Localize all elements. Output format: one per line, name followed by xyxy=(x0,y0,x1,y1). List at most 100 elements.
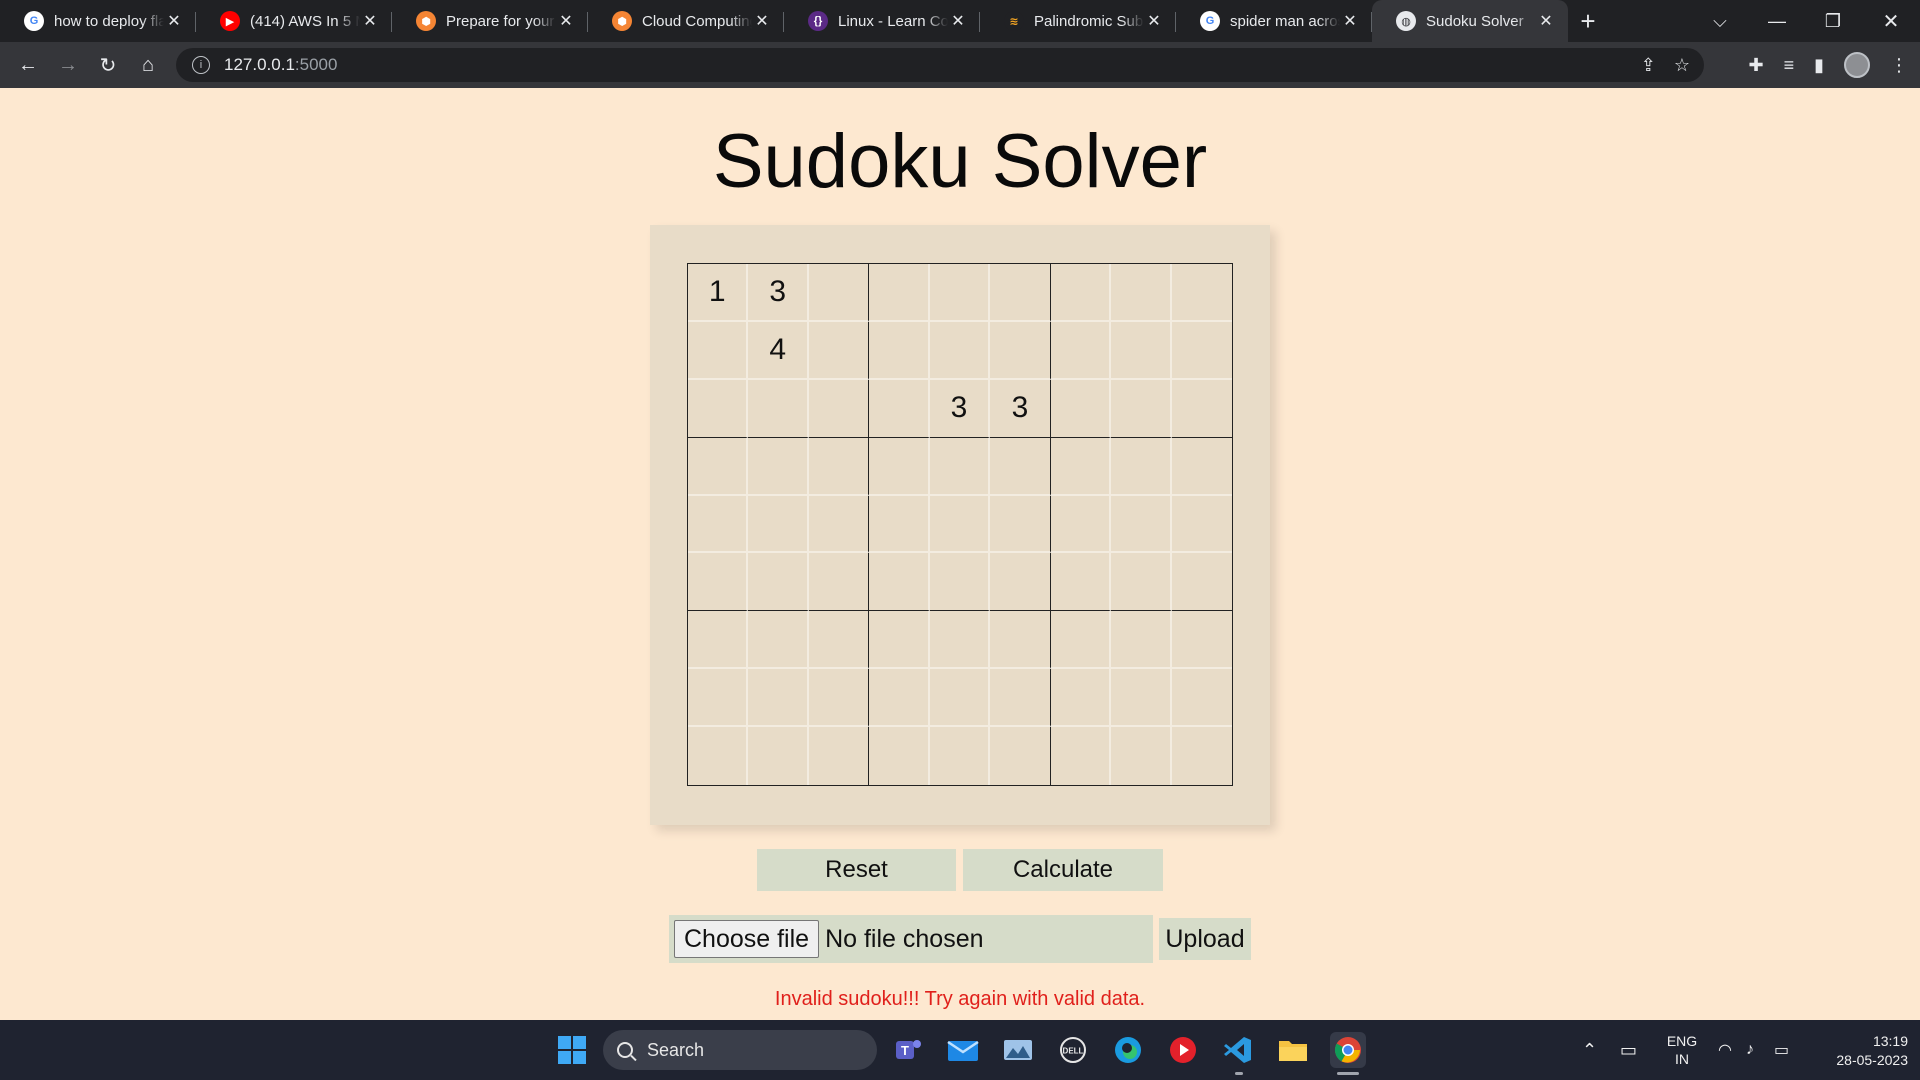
forward-icon[interactable]: → xyxy=(48,45,88,85)
sudoku-cell-r0c7[interactable] xyxy=(1111,264,1172,322)
sudoku-cell-r6c1[interactable] xyxy=(748,611,809,670)
tablet-mode-icon[interactable]: ▭ xyxy=(1620,1020,1637,1080)
sudoku-cell-r0c2[interactable] xyxy=(808,264,870,322)
sudoku-cell-r3c2[interactable] xyxy=(808,437,870,496)
sudoku-cell-r5c2[interactable] xyxy=(808,553,870,612)
url-field[interactable]: i 127.0.0.1:5000 ⇪ ☆ xyxy=(176,48,1704,82)
reload-icon[interactable]: ↻ xyxy=(88,45,128,85)
tab-close-icon[interactable]: ✕ xyxy=(1340,11,1360,31)
tab-close-icon[interactable]: ✕ xyxy=(1144,11,1164,31)
sudoku-cell-r2c2[interactable] xyxy=(808,379,870,438)
taskbar-search[interactable]: Search xyxy=(603,1030,877,1070)
sudoku-cell-r0c6[interactable] xyxy=(1050,264,1112,322)
sudoku-cell-r1c5[interactable] xyxy=(990,321,1051,380)
sudoku-cell-r7c0[interactable] xyxy=(688,669,749,728)
tab-close-icon[interactable]: ✕ xyxy=(1536,11,1556,31)
sudoku-cell-r6c0[interactable] xyxy=(688,611,749,670)
sudoku-cell-r5c8[interactable] xyxy=(1171,553,1232,612)
sudoku-cell-r0c3[interactable] xyxy=(869,264,930,322)
tab-close-icon[interactable]: ✕ xyxy=(752,11,772,31)
reset-button[interactable]: Reset xyxy=(757,849,956,891)
sudoku-cell-r0c4[interactable] xyxy=(929,264,991,322)
sudoku-cell-r0c0[interactable]: 1 xyxy=(688,264,749,322)
sudoku-cell-r5c7[interactable] xyxy=(1111,553,1172,612)
sudoku-cell-r6c2[interactable] xyxy=(808,611,870,670)
window-close-icon[interactable]: ✕ xyxy=(1866,0,1916,42)
site-info-icon[interactable]: i xyxy=(192,56,210,74)
sudoku-cell-r5c5[interactable] xyxy=(990,553,1051,612)
volume-icon[interactable]: ♪ xyxy=(1746,1020,1754,1080)
sudoku-cell-r3c8[interactable] xyxy=(1171,437,1232,496)
side-panel-icon[interactable]: ▮ xyxy=(1814,55,1824,76)
sudoku-cell-r8c0[interactable] xyxy=(688,727,749,785)
sudoku-cell-r3c7[interactable] xyxy=(1111,437,1172,496)
upload-button[interactable]: Upload xyxy=(1159,918,1251,960)
sudoku-cell-r5c1[interactable] xyxy=(748,553,809,612)
sudoku-cell-r2c0[interactable] xyxy=(688,379,749,438)
sudoku-cell-r4c2[interactable] xyxy=(808,495,870,554)
sudoku-cell-r8c7[interactable] xyxy=(1111,727,1172,785)
sudoku-cell-r2c5[interactable]: 3 xyxy=(990,379,1051,438)
battery-icon[interactable]: ▭ xyxy=(1774,1020,1789,1080)
sudoku-cell-r6c6[interactable] xyxy=(1050,611,1112,670)
sudoku-cell-r0c5[interactable] xyxy=(990,264,1051,322)
profile-avatar[interactable] xyxy=(1844,52,1870,78)
tab-close-icon[interactable]: ✕ xyxy=(948,11,968,31)
sudoku-cell-r5c0[interactable] xyxy=(688,553,749,612)
restore-icon[interactable]: ❐ xyxy=(1810,0,1856,42)
sudoku-cell-r5c4[interactable] xyxy=(929,553,991,612)
chrome-icon[interactable] xyxy=(1330,1032,1366,1068)
sudoku-cell-r1c8[interactable] xyxy=(1171,321,1232,380)
dell-icon[interactable]: DELL xyxy=(1055,1032,1091,1068)
choose-file-button[interactable]: Choose file xyxy=(674,920,820,958)
sudoku-cell-r3c3[interactable] xyxy=(869,437,930,496)
sudoku-cell-r4c1[interactable] xyxy=(748,495,809,554)
sudoku-cell-r8c2[interactable] xyxy=(808,727,870,785)
sudoku-cell-r0c1[interactable]: 3 xyxy=(748,264,809,322)
sudoku-cell-r6c5[interactable] xyxy=(990,611,1051,670)
tab-close-icon[interactable]: ✕ xyxy=(556,11,576,31)
sudoku-cell-r3c6[interactable] xyxy=(1050,437,1112,496)
sudoku-cell-r7c3[interactable] xyxy=(869,669,930,728)
share-icon[interactable]: ⇪ xyxy=(1641,55,1656,76)
edge-icon[interactable] xyxy=(1110,1032,1146,1068)
tab-3[interactable]: ⬢ Cloud Computing ✕ xyxy=(588,0,784,42)
clock[interactable]: 13:19 28-05-2023 xyxy=(1812,1032,1908,1070)
tab-search-chevron-icon[interactable]: ⌵ xyxy=(1700,0,1740,42)
sudoku-cell-r2c8[interactable] xyxy=(1171,379,1232,438)
sudoku-cell-r8c6[interactable] xyxy=(1050,727,1112,785)
sudoku-cell-r8c8[interactable] xyxy=(1171,727,1232,785)
sudoku-cell-r5c3[interactable] xyxy=(869,553,930,612)
teams-icon[interactable]: T xyxy=(890,1032,926,1068)
language-indicator[interactable]: ENG IN xyxy=(1664,1032,1700,1068)
file-explorer-icon[interactable] xyxy=(1275,1032,1311,1068)
sudoku-cell-r8c4[interactable] xyxy=(929,727,991,785)
sudoku-cell-r8c1[interactable] xyxy=(748,727,809,785)
extensions-puzzle-icon[interactable]: ✚ xyxy=(1748,55,1763,76)
sudoku-cell-r7c2[interactable] xyxy=(808,669,870,728)
sudoku-cell-r7c8[interactable] xyxy=(1171,669,1232,728)
sudoku-cell-r1c4[interactable] xyxy=(929,321,991,380)
bookmark-star-icon[interactable]: ☆ xyxy=(1674,55,1690,76)
tray-chevron-icon[interactable]: ⌃ xyxy=(1582,1020,1597,1080)
wifi-icon[interactable]: ◠ xyxy=(1718,1020,1732,1080)
home-icon[interactable]: ⌂ xyxy=(128,45,168,85)
tab-4[interactable]: {} Linux - Learn Cod ✕ xyxy=(784,0,980,42)
sudoku-cell-r2c6[interactable] xyxy=(1050,379,1112,438)
tab-0[interactable]: Ghow to deploy fla ✕ xyxy=(0,0,196,42)
sudoku-cell-r4c5[interactable] xyxy=(990,495,1051,554)
windows-start-icon[interactable] xyxy=(554,1032,590,1068)
media-queue-icon[interactable]: ≡ xyxy=(1784,55,1795,76)
tab-close-icon[interactable]: ✕ xyxy=(360,11,380,31)
sudoku-cell-r2c3[interactable] xyxy=(869,379,930,438)
tab-6[interactable]: Gspider man acros ✕ xyxy=(1176,0,1372,42)
sudoku-cell-r0c8[interactable] xyxy=(1171,264,1232,322)
sudoku-cell-r6c3[interactable] xyxy=(869,611,930,670)
tab-1[interactable]: ▶ (414) AWS In 5 Mi ✕ xyxy=(196,0,392,42)
sudoku-cell-r3c4[interactable] xyxy=(929,437,991,496)
sudoku-cell-r8c3[interactable] xyxy=(869,727,930,785)
sudoku-cell-r7c1[interactable] xyxy=(748,669,809,728)
sudoku-cell-r1c6[interactable] xyxy=(1050,321,1112,380)
sudoku-cell-r6c4[interactable] xyxy=(929,611,991,670)
sudoku-cell-r1c7[interactable] xyxy=(1111,321,1172,380)
